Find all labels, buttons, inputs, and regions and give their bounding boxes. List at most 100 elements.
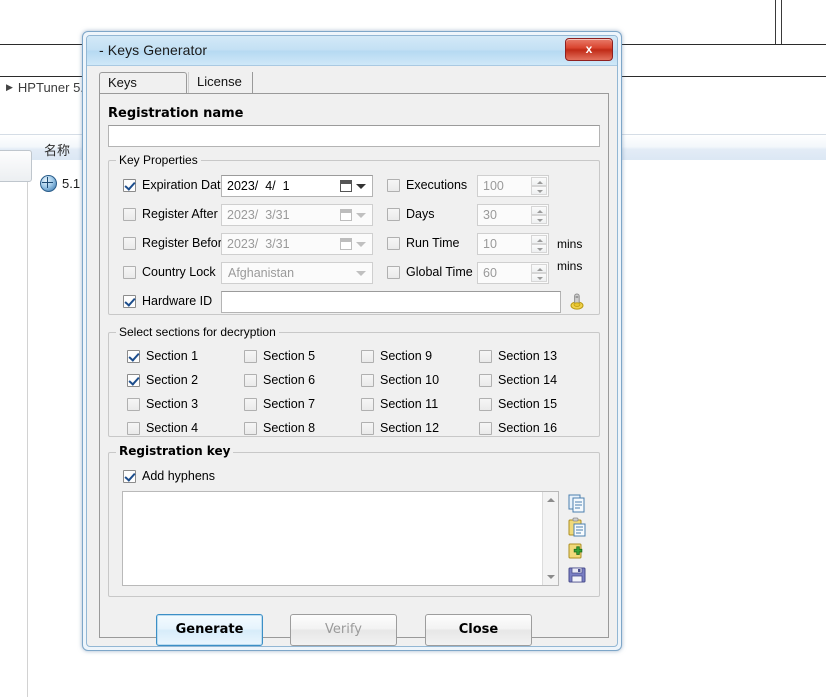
hardware-id-detect-button[interactable]: [567, 291, 587, 311]
checkbox-register-after[interactable]: Register After: [123, 207, 218, 221]
checkbox-section-9[interactable]: Section 9: [361, 349, 432, 363]
breadcrumb[interactable]: ▶ HPTuner 5.1: [6, 79, 91, 95]
checkbox-section-16[interactable]: Section 16: [479, 421, 557, 435]
checkbox-section-14[interactable]: Section 14: [479, 373, 557, 387]
checkbox-box-section-1[interactable]: [127, 350, 140, 363]
checkbox-global-time[interactable]: Global Time: [387, 265, 473, 279]
chevron-down-icon[interactable]: [356, 213, 366, 218]
spinner-global-time[interactable]: 60: [477, 262, 549, 284]
checkbox-box-section-5[interactable]: [244, 350, 257, 363]
checkbox-register-before[interactable]: Register Before: [123, 236, 229, 250]
close-dialog-button[interactable]: Close: [425, 614, 532, 646]
spinner-up-icon[interactable]: [531, 177, 547, 186]
checkbox-box-country-lock[interactable]: [123, 266, 136, 279]
spinner-down-icon[interactable]: [531, 186, 547, 195]
checkbox-box-section-8[interactable]: [244, 422, 257, 435]
spinner-down-icon[interactable]: [531, 244, 547, 253]
hardware-id-input[interactable]: [221, 291, 561, 313]
label-section-13: Section 13: [498, 349, 557, 363]
spinner-buttons[interactable]: [531, 177, 547, 195]
checkbox-box-section-9[interactable]: [361, 350, 374, 363]
spinner-up-icon[interactable]: [531, 264, 547, 273]
checkbox-section-11[interactable]: Section 11: [361, 397, 438, 411]
sidebar-button[interactable]: [0, 150, 32, 182]
checkbox-box-section-3[interactable]: [127, 398, 140, 411]
close-button[interactable]: x: [565, 38, 613, 61]
spinner-buttons[interactable]: [531, 206, 547, 224]
checkbox-box-run-time[interactable]: [387, 237, 400, 250]
spinner-up-icon[interactable]: [531, 235, 547, 244]
checkbox-box-section-2[interactable]: [127, 374, 140, 387]
checkbox-days[interactable]: Days: [387, 207, 434, 221]
date-picker-register-after[interactable]: 2023/ 3/31: [221, 204, 373, 226]
checkbox-section-5[interactable]: Section 5: [244, 349, 315, 363]
spinner-down-icon[interactable]: [531, 215, 547, 224]
registration-key-scrollbar[interactable]: [542, 492, 558, 585]
tab-license-log[interactable]: License Log: [188, 72, 253, 93]
paste-icon[interactable]: [567, 517, 587, 537]
checkbox-box-expiration-date[interactable]: [123, 179, 136, 192]
copy-icon[interactable]: [567, 493, 587, 513]
checkbox-box-section-7[interactable]: [244, 398, 257, 411]
spinner-executions[interactable]: 100: [477, 175, 549, 197]
checkbox-box-section-16[interactable]: [479, 422, 492, 435]
checkbox-box-section-14[interactable]: [479, 374, 492, 387]
date-picker-register-before[interactable]: 2023/ 3/31: [221, 233, 373, 255]
checkbox-box-add-hyphens[interactable]: [123, 470, 136, 483]
spinner-down-icon[interactable]: [531, 273, 547, 282]
scroll-up-icon[interactable]: [543, 492, 558, 508]
dialog-title-bar[interactable]: - Keys Generator x: [87, 36, 617, 66]
key-icon: [567, 291, 587, 311]
checkbox-box-register-after[interactable]: [123, 208, 136, 221]
checkbox-box-section-10[interactable]: [361, 374, 374, 387]
checkbox-section-3[interactable]: Section 3: [127, 397, 198, 411]
spinner-buttons[interactable]: [531, 264, 547, 282]
tab-keys-generator[interactable]: Keys Generator: [99, 72, 187, 93]
checkbox-box-days[interactable]: [387, 208, 400, 221]
checkbox-box-executions[interactable]: [387, 179, 400, 192]
checkbox-run-time[interactable]: Run Time: [387, 236, 460, 250]
chevron-down-icon[interactable]: [356, 271, 366, 276]
spinner-up-icon[interactable]: [531, 206, 547, 215]
spinner-days[interactable]: 30: [477, 204, 549, 226]
checkbox-section-6[interactable]: Section 6: [244, 373, 315, 387]
generate-button[interactable]: Generate: [156, 614, 263, 646]
checkbox-box-section-4[interactable]: [127, 422, 140, 435]
checkbox-country-lock[interactable]: Country Lock: [123, 265, 216, 279]
checkbox-add-hyphens[interactable]: Add hyphens: [123, 469, 215, 483]
checkbox-section-7[interactable]: Section 7: [244, 397, 315, 411]
checkbox-box-section-15[interactable]: [479, 398, 492, 411]
checkbox-box-section-13[interactable]: [479, 350, 492, 363]
checkbox-box-section-12[interactable]: [361, 422, 374, 435]
checkbox-section-13[interactable]: Section 13: [479, 349, 557, 363]
date-picker-expiration-date[interactable]: 2023/ 4/ 1: [221, 175, 373, 197]
scroll-down-icon[interactable]: [543, 569, 558, 585]
add-file-icon[interactable]: [567, 541, 587, 561]
checkbox-expiration-date[interactable]: Expiration Date: [123, 178, 227, 192]
chevron-down-icon[interactable]: [356, 184, 366, 189]
save-icon[interactable]: [567, 565, 587, 585]
spinner-value-run-time: 10: [483, 237, 497, 251]
verify-button[interactable]: Verify: [290, 614, 397, 646]
list-item[interactable]: 5.1: [40, 173, 80, 193]
checkbox-box-hardware-id[interactable]: [123, 295, 136, 308]
spinner-run-time[interactable]: 10: [477, 233, 549, 255]
checkbox-box-section-11[interactable]: [361, 398, 374, 411]
checkbox-section-15[interactable]: Section 15: [479, 397, 557, 411]
checkbox-section-8[interactable]: Section 8: [244, 421, 315, 435]
spinner-buttons[interactable]: [531, 235, 547, 253]
checkbox-section-10[interactable]: Section 10: [361, 373, 439, 387]
checkbox-section-1[interactable]: Section 1: [127, 349, 198, 363]
checkbox-box-register-before[interactable]: [123, 237, 136, 250]
checkbox-section-2[interactable]: Section 2: [127, 373, 198, 387]
checkbox-executions[interactable]: Executions: [387, 178, 467, 192]
checkbox-section-4[interactable]: Section 4: [127, 421, 198, 435]
registration-name-input[interactable]: [108, 125, 600, 147]
checkbox-box-section-6[interactable]: [244, 374, 257, 387]
chevron-down-icon[interactable]: [356, 242, 366, 247]
checkbox-box-global-time[interactable]: [387, 266, 400, 279]
registration-key-textarea[interactable]: [122, 491, 559, 586]
checkbox-hardware-id[interactable]: Hardware ID: [123, 294, 212, 308]
checkbox-section-12[interactable]: Section 12: [361, 421, 439, 435]
country-lock-select[interactable]: Afghanistan: [221, 262, 373, 284]
